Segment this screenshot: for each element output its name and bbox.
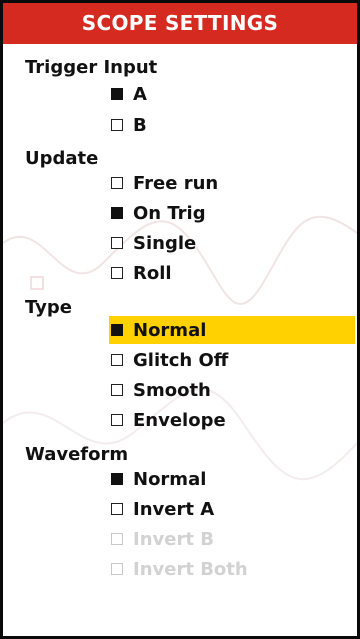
option-label: Free run xyxy=(133,172,219,194)
option-waveform-invert-a[interactable]: Invert A xyxy=(111,495,214,523)
option-update-free-run[interactable]: Free run xyxy=(111,169,218,197)
checked-box-icon xyxy=(111,207,123,219)
option-label: Normal xyxy=(133,319,207,341)
unchecked-box-icon xyxy=(111,267,123,279)
option-update-single[interactable]: Single xyxy=(111,229,196,257)
unchecked-box-icon xyxy=(111,354,123,366)
checked-box-icon xyxy=(111,324,123,336)
section-title-trigger-input: Trigger Input xyxy=(25,57,158,78)
option-type-normal[interactable]: Normal xyxy=(109,316,355,344)
unchecked-box-icon xyxy=(111,384,123,396)
unchecked-box-icon xyxy=(111,503,123,515)
option-label: Envelope xyxy=(133,409,226,431)
section-title-type: Type xyxy=(25,297,72,318)
option-label: Roll xyxy=(133,262,172,284)
option-label: Invert B xyxy=(133,528,214,550)
option-trigger-a[interactable]: A xyxy=(111,80,147,108)
option-label: B xyxy=(133,114,147,136)
option-label: Invert A xyxy=(133,498,215,520)
unchecked-box-icon xyxy=(111,119,123,131)
disabled-box-icon xyxy=(111,563,123,575)
checked-box-icon xyxy=(111,473,123,485)
option-label: Smooth xyxy=(133,379,211,401)
option-type-glitch-off[interactable]: Glitch Off xyxy=(111,346,228,374)
option-type-envelope[interactable]: Envelope xyxy=(111,406,226,434)
unchecked-box-icon xyxy=(111,237,123,249)
checked-box-icon xyxy=(111,88,123,100)
option-type-smooth[interactable]: Smooth xyxy=(111,376,211,404)
option-update-roll[interactable]: Roll xyxy=(111,259,172,287)
option-waveform-normal[interactable]: Normal xyxy=(111,465,206,493)
disabled-box-icon xyxy=(111,533,123,545)
unchecked-box-icon xyxy=(111,414,123,426)
section-title-update: Update xyxy=(25,148,99,169)
option-label: A xyxy=(133,83,147,105)
option-label: On Trig xyxy=(133,202,206,224)
option-update-on-trig[interactable]: On Trig xyxy=(111,199,206,227)
option-label: Normal xyxy=(133,468,207,490)
section-title-waveform: Waveform xyxy=(25,444,129,465)
unchecked-box-icon xyxy=(111,177,123,189)
page-title: SCOPE SETTINGS xyxy=(3,3,357,44)
option-waveform-invert-both: Invert Both xyxy=(111,555,248,583)
option-label: Invert Both xyxy=(133,558,248,580)
option-trigger-b[interactable]: B xyxy=(111,111,147,139)
option-label: Glitch Off xyxy=(133,349,229,371)
scope-settings-panel: SCOPE SETTINGS Trigger Input A B Update … xyxy=(0,0,360,639)
option-label: Single xyxy=(133,232,197,254)
option-waveform-invert-b: Invert B xyxy=(111,525,214,553)
